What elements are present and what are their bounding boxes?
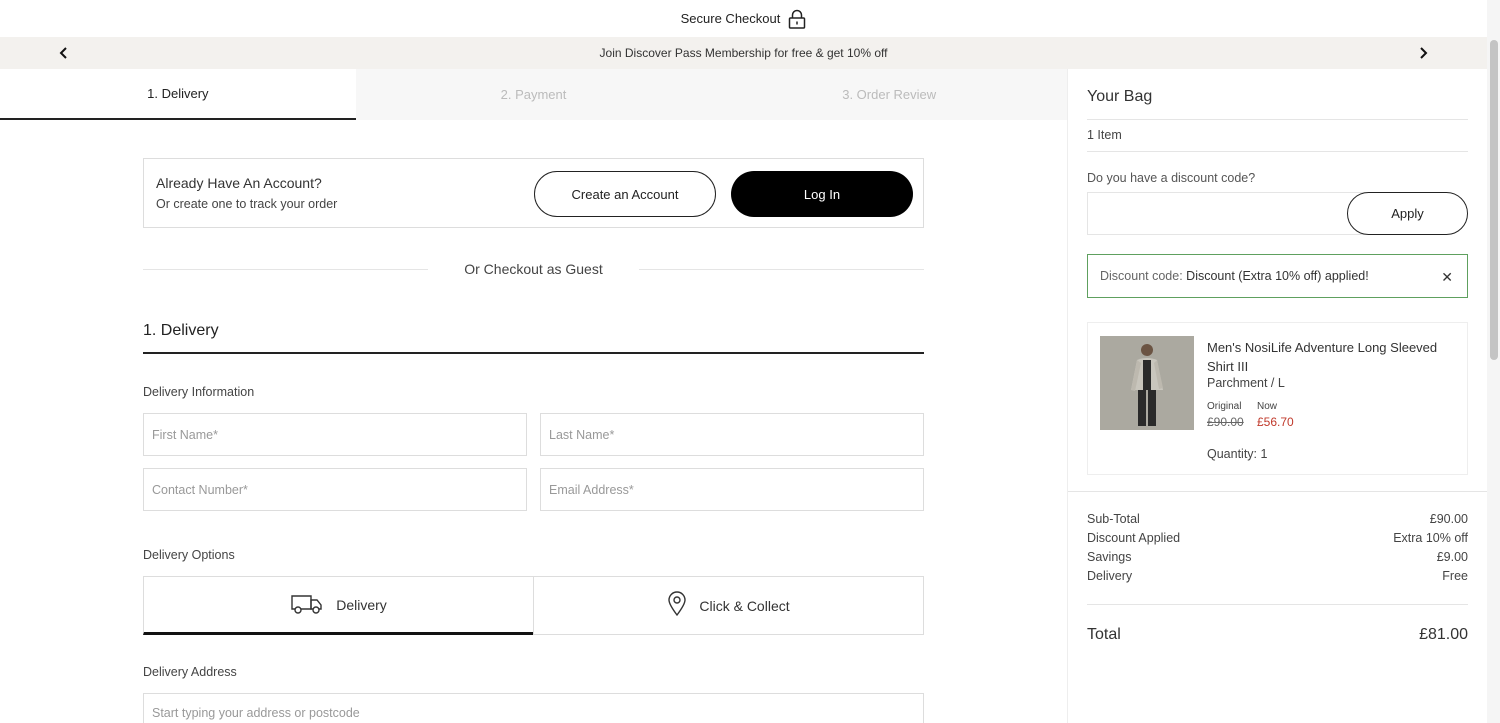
close-icon[interactable]: ✕: [1441, 269, 1453, 286]
delivery-cost-label: Delivery: [1087, 569, 1133, 583]
product-name[interactable]: Men's NosiLife Adventure Long Sleeved Sh…: [1207, 338, 1447, 376]
discount-applied-label: Discount Applied: [1087, 531, 1181, 545]
step-payment[interactable]: 2. Payment: [355, 69, 712, 120]
chevron-left-icon[interactable]: [56, 45, 72, 61]
location-pin-icon: [667, 591, 687, 620]
savings-label: Savings: [1087, 550, 1132, 564]
summary-savings: Savings £9.00: [1087, 550, 1468, 564]
discount-code-input[interactable]: [1087, 192, 1387, 235]
secure-checkout-header: Secure Checkout: [0, 0, 1487, 37]
delivery-options-label: Delivery Options: [143, 548, 235, 562]
delivery-section-title: 1. Delivery: [143, 322, 219, 339]
scrollbar-thumb[interactable]: [1490, 40, 1498, 360]
account-subtitle: Or create one to track your order: [156, 197, 338, 211]
summary-discount: Discount Applied Extra 10% off: [1087, 531, 1468, 545]
delivery-option-delivery[interactable]: Delivery: [143, 576, 534, 635]
discount-applied-value: Extra 10% off: [1393, 531, 1468, 545]
bag-divider: [1087, 151, 1468, 152]
step-order-review[interactable]: 3. Order Review: [711, 69, 1068, 120]
bag-product-card: Men's NosiLife Adventure Long Sleeved Sh…: [1087, 322, 1468, 475]
email-field[interactable]: [540, 468, 924, 511]
savings-value: £9.00: [1436, 550, 1468, 564]
chevron-right-icon[interactable]: [1415, 45, 1431, 61]
discount-applied-prefix: Discount code:: [1100, 269, 1183, 283]
product-image[interactable]: [1100, 336, 1194, 430]
login-button[interactable]: Log In: [731, 171, 913, 217]
delivery-cost-value: Free: [1442, 569, 1468, 583]
subtotal-label: Sub-Total: [1087, 512, 1140, 526]
section-divider: [143, 352, 924, 354]
now-price-label: Now: [1257, 401, 1278, 412]
apply-discount-button[interactable]: Apply: [1347, 192, 1468, 235]
total-divider: [1087, 604, 1468, 605]
account-prompt: Already Have An Account? Or create one t…: [143, 158, 924, 228]
delivery-option-label: Delivery: [336, 596, 387, 613]
product-quantity: Quantity: 1: [1207, 447, 1268, 461]
discount-applied-suffix: applied!: [1324, 269, 1369, 283]
page-scrollbar[interactable]: [1487, 0, 1500, 723]
account-title: Already Have An Account?: [156, 175, 322, 191]
bag-title: Your Bag: [1087, 88, 1153, 105]
delivery-option-click-collect[interactable]: Click & Collect: [533, 576, 924, 635]
summary-subtotal: Sub-Total £90.00: [1087, 512, 1468, 526]
guest-checkout-text: Or Checkout as Guest: [464, 261, 603, 277]
summary-delivery: Delivery Free: [1087, 569, 1468, 583]
original-price-label: Original: [1207, 401, 1242, 412]
truck-icon: [290, 591, 324, 618]
discount-label: Do you have a discount code?: [1087, 171, 1256, 185]
sale-price: £56.70: [1257, 415, 1294, 429]
bag-divider: [1087, 119, 1468, 120]
bag-item-count: 1 Item: [1087, 128, 1122, 142]
promo-text[interactable]: Join Discover Pass Membership for free &…: [600, 46, 888, 60]
lock-icon: [788, 9, 806, 29]
first-name-field[interactable]: [143, 413, 527, 456]
last-name-field[interactable]: [540, 413, 924, 456]
summary-total: Total £81.00: [1087, 626, 1468, 644]
discount-applied-banner: Discount code: Discount (Extra 10% off) …: [1087, 254, 1468, 298]
create-account-button[interactable]: Create an Account: [534, 171, 716, 217]
total-label: Total: [1087, 626, 1121, 643]
header-title: Secure Checkout: [680, 11, 781, 26]
contact-number-field[interactable]: [143, 468, 527, 511]
subtotal-value: £90.00: [1429, 512, 1468, 526]
promo-banner: Join Discover Pass Membership for free &…: [0, 37, 1487, 69]
total-value: £81.00: [1419, 626, 1468, 643]
discount-applied-code: Discount (Extra 10% off): [1186, 269, 1322, 283]
delivery-info-label: Delivery Information: [143, 385, 255, 399]
summary-divider: [1068, 491, 1487, 492]
address-search-input[interactable]: [143, 693, 924, 723]
guest-divider: Or Checkout as Guest: [143, 259, 924, 279]
step-delivery[interactable]: 1. Delivery: [0, 69, 356, 120]
product-variant: Parchment / L: [1207, 376, 1285, 390]
checkout-steps: 1. Delivery 2. Payment 3. Order Review: [0, 69, 1068, 120]
delivery-address-label: Delivery Address: [143, 665, 237, 679]
original-price: £90.00: [1207, 415, 1244, 429]
click-collect-label: Click & Collect: [699, 597, 790, 614]
